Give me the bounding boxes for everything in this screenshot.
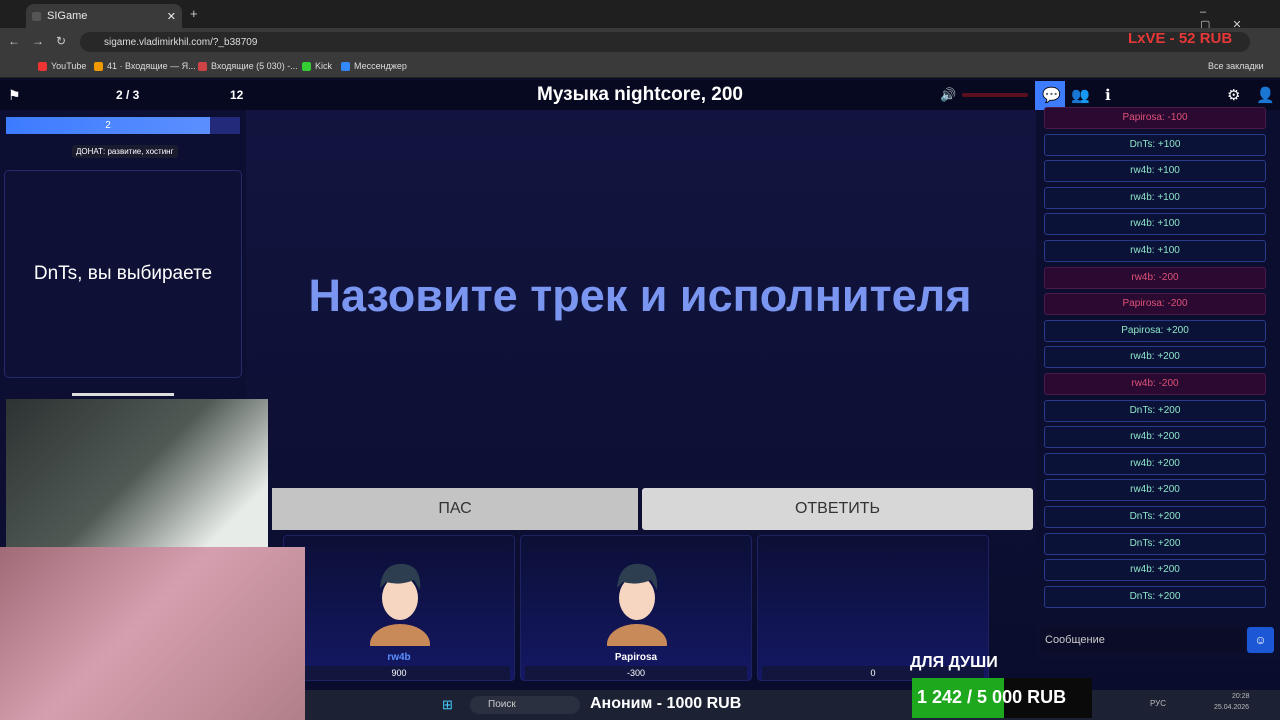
chat-message: rw4b: +100 [1044,240,1266,262]
bookmark-kick[interactable]: Kick [302,61,332,71]
volume-icon[interactable]: 🔊 [940,87,956,103]
player-card[interactable]: Papirosa -300 [520,535,752,681]
round-counter: 2 / 3 [116,88,140,102]
gear-icon[interactable]: ⚙ [1227,86,1240,104]
gmail-icon [198,61,207,71]
goal-title: ДЛЯ ДУШИ [910,654,998,671]
player-card[interactable]: rw4b 900 [283,535,515,681]
webcam-feed-2 [0,547,305,720]
bookmarks-bar: YouTube 41 · Входящие — Я... Входящие (5… [0,56,1280,78]
chat-message: Papirosa: -200 [1044,293,1266,316]
player-avatar-icon [607,563,667,646]
bookmark-messenger[interactable]: Мессенджер [341,61,407,71]
donate-link[interactable]: ДОНАТ: развитие, хостинг [72,145,178,158]
goal-value: 1 242 / 5 000 RUB [917,687,1067,707]
sigame-favicon-icon [32,11,41,21]
chat-message: rw4b: +200 [1044,452,1266,475]
menu-icon[interactable]: ⚑ [8,87,21,104]
webcam-feed-1 [6,399,268,547]
chat-message: DnTs: +200 [1044,399,1266,422]
question-text: Назовите трек и исполнителя [308,270,972,321]
chooser-text: DnTs, вы выбираете [33,263,213,284]
player-name: Papirosa [614,652,658,663]
windows-start-icon[interactable]: ⊞ [442,697,453,713]
chat-icon[interactable]: 💬 [1042,86,1061,104]
emoji-icon: ☺ [1254,633,1267,647]
chat-message: rw4b: +100 [1044,213,1266,236]
url-text: sigame.vladimirkhil.com/?_b38709 [104,36,258,48]
browser-tab[interactable]: SIGame ✕ [26,4,182,28]
tab-title: SIGame [47,10,88,22]
player-name: rw4b [387,652,411,663]
chat-message: DnTs: +200 [1044,585,1266,608]
taskbar-search[interactable]: Поиск [470,696,580,714]
chat-message: DnTs: +200 [1044,506,1266,528]
chat-message: rw4b: -200 [1044,373,1266,395]
all-bookmarks[interactable]: Все закладки [1208,61,1264,71]
info-icon[interactable]: ℹ [1105,86,1111,104]
question-count: 12 [230,88,244,102]
address-bar[interactable]: sigame.vladimirkhil.com/?_b38709 [80,32,1250,52]
bookmark-youtube[interactable]: YouTube [38,61,86,71]
timer-bar: 2 [6,117,210,134]
player-score: 900 [288,666,510,680]
chat-message: Papirosa: +200 [1044,319,1266,342]
chat-message: rw4b: +200 [1044,479,1266,502]
chat-message: DnTs: +200 [1044,532,1266,555]
chat-message: rw4b: +200 [1044,426,1266,449]
donation-ticker: Аноним - 1000 RUB [590,695,742,712]
chat-message: Papirosa: -100 [1044,107,1266,129]
divider [72,393,174,396]
chat-message: DnTs: +100 [1044,133,1266,156]
user-avatar-icon[interactable]: 👤 [1256,86,1275,104]
question-theme-title: Музыка nightcore, 200 [537,84,743,105]
kick-icon [302,61,311,71]
player-score: -300 [525,666,747,680]
emoji-button[interactable]: ☺ [1247,627,1274,653]
stream-donation-top: LxVE - 52 RUB [1128,30,1233,47]
new-tab-icon[interactable]: + [190,6,198,21]
chat-message: rw4b: -200 [1044,266,1266,289]
youtube-icon [38,61,47,71]
close-tab-icon[interactable]: ✕ [167,10,176,23]
bookmark-mail-2[interactable]: Входящие (5 030) -... [198,61,298,71]
taskbar-time: 20:28 [1232,693,1250,700]
chat-message: rw4b: +100 [1044,186,1266,209]
nav-buttons[interactable]: ←→↻ [8,34,78,48]
player-avatar-icon [370,563,430,646]
pass-button[interactable]: ПАС [272,488,638,530]
chat-message: rw4b: +100 [1044,160,1266,183]
chat-message: rw4b: +200 [1044,346,1266,369]
chat-message: rw4b: +200 [1044,559,1266,582]
answer-button[interactable]: ОТВЕТИТЬ [642,488,1033,530]
chat-input[interactable]: Сообщение [1040,627,1245,653]
volume-slider[interactable] [962,93,1028,97]
bookmark-mail-1[interactable]: 41 · Входящие — Я... [94,61,196,71]
players-icon[interactable]: 👥 [1071,86,1090,104]
language-indicator[interactable]: РУС [1150,699,1166,708]
chooser-panel: DnTs, вы выбираете [4,170,242,378]
messenger-icon [341,61,350,71]
taskbar-date: 25.04.2026 [1214,704,1250,711]
mail-icon [94,61,103,71]
